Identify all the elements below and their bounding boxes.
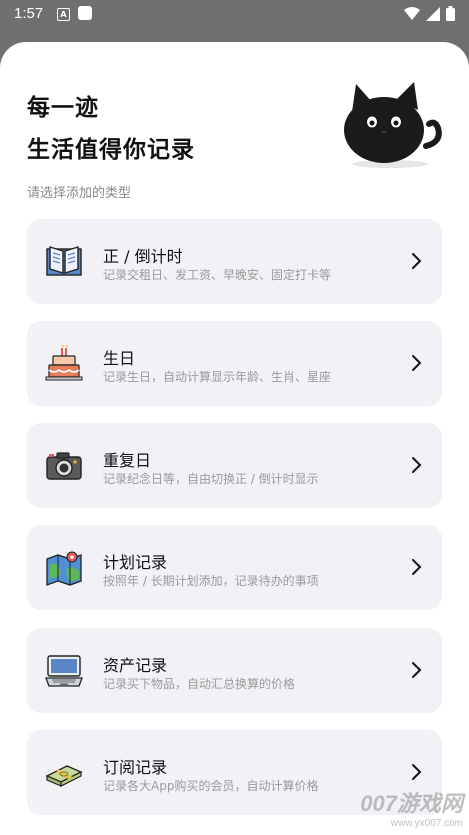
site-watermark: 007游戏网 www.yx007.com (360, 786, 463, 829)
signal-icon (426, 6, 440, 21)
laptop-icon (45, 655, 83, 687)
notification-a-icon: A (57, 8, 70, 21)
cake-icon (45, 345, 83, 381)
card-desc: 记录纪念日等，自由切换正 / 倒计时显示 (103, 472, 319, 486)
money-icon (45, 765, 83, 787)
status-bar: 1:57 A (0, 0, 469, 28)
book-icon (46, 246, 82, 276)
card-desc: 记录买下物品，自动汇总换算的价格 (103, 677, 296, 691)
card-repeat-day[interactable]: 重复日 记录纪念日等，自由切换正 / 倒计时显示 (27, 423, 442, 508)
notification-square-icon (78, 6, 92, 20)
card-title: 生日 (103, 349, 136, 368)
watermark-url: www.yx007.com (390, 818, 463, 829)
status-icons (404, 6, 455, 21)
chevron-right-icon (412, 764, 422, 780)
chevron-right-icon (412, 355, 422, 371)
chevron-right-icon (412, 662, 422, 678)
watermark-main: 007游戏网 (360, 791, 463, 816)
card-title: 正 / 倒计时 (103, 247, 183, 266)
card-plan[interactable]: 计划记录 按照年 / 长期计划添加，记录待办的事项 (27, 525, 442, 610)
black-cat-mascot-icon (344, 82, 442, 168)
chevron-right-icon (412, 457, 422, 473)
card-title: 订阅记录 (103, 758, 168, 777)
chevron-right-icon (412, 559, 422, 575)
bottom-sheet: 每一迹 生活值得你记录 请选择添加的类型 正 / 倒计时 记录交租日、发工资、早… (0, 42, 469, 835)
card-desc: 记录生日，自动计算显示年龄、生肖、星座 (103, 370, 332, 384)
card-desc: 按照年 / 长期计划添加，记录待办的事项 (103, 574, 319, 588)
app-slogan: 生活值得你记录 (27, 137, 195, 163)
app-name: 每一迹 (27, 95, 99, 121)
card-title: 计划记录 (103, 553, 168, 572)
map-icon (46, 551, 82, 586)
battery-icon (446, 6, 455, 21)
card-desc: 记录各大App购买的会员，自动计算价格 (103, 779, 319, 793)
card-birthday[interactable]: 生日 记录生日，自动计算显示年龄、生肖、星座 (27, 321, 442, 406)
chevron-right-icon (412, 253, 422, 269)
card-title: 重复日 (103, 451, 152, 470)
status-time: 1:57 (14, 5, 44, 22)
card-assets[interactable]: 资产记录 记录买下物品，自动汇总换算的价格 (27, 628, 442, 713)
card-title: 资产记录 (103, 656, 168, 675)
card-desc: 记录交租日、发工资、早晚安、固定打卡等 (103, 268, 332, 282)
wifi-icon (404, 6, 420, 20)
type-select-hint: 请选择添加的类型 (27, 186, 132, 201)
card-countdown[interactable]: 正 / 倒计时 记录交租日、发工资、早晚安、固定打卡等 (27, 219, 442, 304)
camera-icon (46, 452, 82, 480)
